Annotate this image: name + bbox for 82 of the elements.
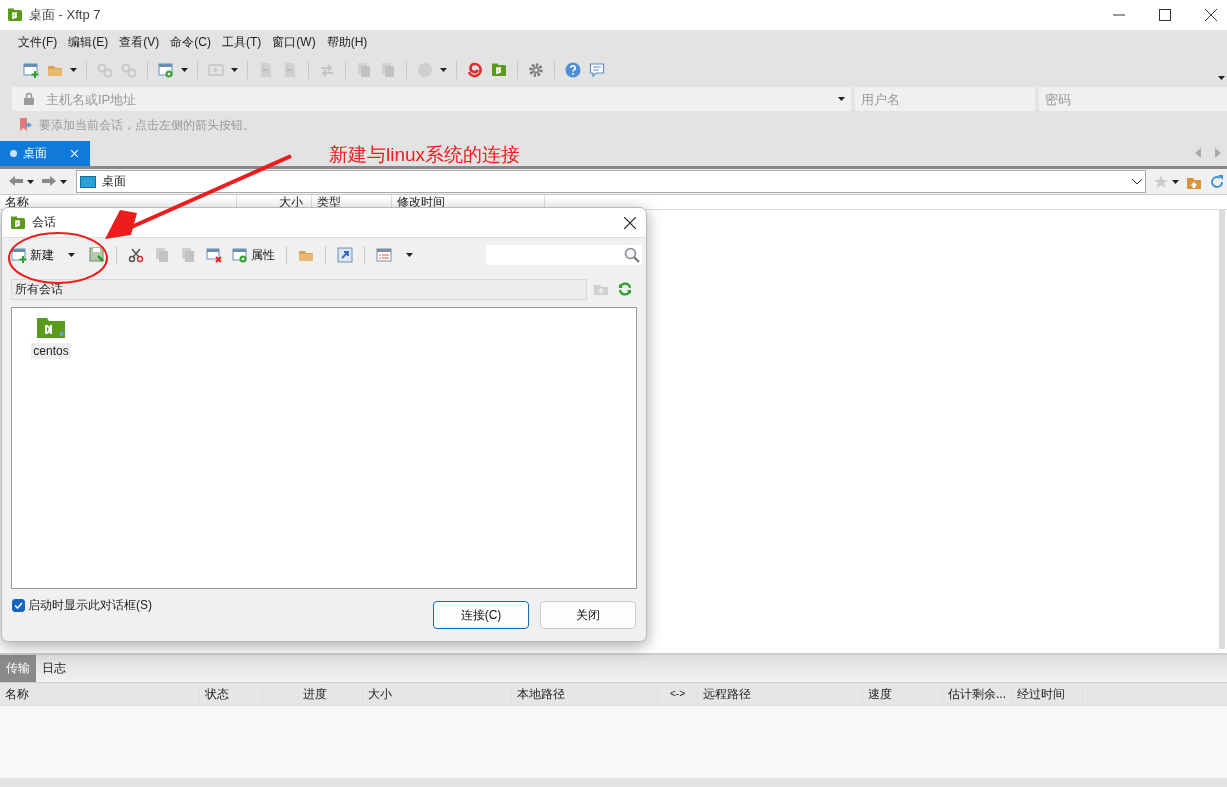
host-input[interactable]: 主机名或IP地址 bbox=[46, 91, 830, 107]
folder-logo-icon[interactable] bbox=[491, 62, 507, 78]
column-header[interactable]: 本地路径 bbox=[512, 683, 658, 705]
app-logo-icon bbox=[7, 7, 23, 23]
swirl-icon[interactable] bbox=[467, 62, 483, 78]
menu-item[interactable]: 窗口(W) bbox=[267, 32, 321, 53]
caret-icon[interactable] bbox=[838, 97, 845, 101]
window-gear-icon bbox=[232, 247, 248, 263]
menu-item[interactable]: 文件(F) bbox=[13, 32, 63, 53]
delete-icon[interactable] bbox=[206, 247, 222, 263]
settings-icon[interactable] bbox=[528, 62, 544, 78]
scrollbar[interactable] bbox=[1219, 209, 1225, 649]
annotation-text: 新建与linux系统的连接 bbox=[329, 143, 521, 167]
dialog-button[interactable]: 连接(C) bbox=[433, 601, 529, 629]
column-header[interactable]: 估计剩余... bbox=[943, 683, 1012, 705]
hint-text: 要添加当前会话，点击左侧的箭头按钮。 bbox=[39, 116, 255, 134]
help-icon[interactable] bbox=[565, 62, 581, 78]
tab[interactable]: 桌面 bbox=[0, 141, 90, 166]
path-text: 桌面 bbox=[102, 173, 126, 190]
session-folder-icon[interactable] bbox=[36, 315, 66, 339]
tab[interactable]: 日志 bbox=[36, 655, 72, 682]
cut-icon[interactable] bbox=[128, 247, 144, 263]
caret-icon[interactable] bbox=[1172, 179, 1179, 184]
chat-bubble-icon[interactable] bbox=[589, 62, 605, 78]
dialog-button[interactable]: 关闭 bbox=[540, 601, 636, 629]
column-header[interactable]: 速度 bbox=[863, 683, 943, 705]
caret-icon[interactable] bbox=[231, 68, 238, 72]
password-field[interactable]: 密码 bbox=[1039, 87, 1227, 111]
star-icon[interactable] bbox=[1153, 173, 1169, 190]
caret-icon[interactable] bbox=[27, 179, 34, 184]
add-session-arrow-icon[interactable] bbox=[18, 117, 34, 133]
new-window-icon[interactable] bbox=[23, 62, 39, 78]
window-gear-icon[interactable] bbox=[158, 62, 174, 78]
maximize-icon[interactable] bbox=[1159, 9, 1171, 21]
close-icon[interactable] bbox=[624, 216, 636, 229]
refresh-icon[interactable] bbox=[1209, 173, 1225, 190]
caret-icon[interactable] bbox=[70, 68, 77, 72]
properties-button[interactable]: 属性 bbox=[230, 244, 277, 266]
column-header[interactable]: 远程路径 bbox=[698, 683, 863, 705]
menu-item[interactable]: 帮助(H) bbox=[321, 32, 373, 53]
menu-item[interactable]: 编辑(E) bbox=[63, 32, 114, 53]
refresh-icon[interactable] bbox=[617, 281, 633, 297]
dialog-title: 会话 bbox=[32, 214, 56, 231]
menu-item[interactable]: 查看(V) bbox=[114, 32, 165, 53]
column-header[interactable]: 状态 bbox=[200, 683, 263, 705]
window-title: 桌面 - Xftp 7 bbox=[29, 6, 101, 24]
caret-icon[interactable] bbox=[1218, 76, 1225, 80]
column-header[interactable]: 经过时间 bbox=[1012, 683, 1083, 705]
caret-icon[interactable] bbox=[406, 253, 413, 257]
folder-path-field: 所有会话 bbox=[11, 278, 587, 300]
check-icon bbox=[14, 601, 23, 609]
new-button[interactable]: 新建 bbox=[9, 244, 56, 266]
session-label[interactable]: centos bbox=[31, 343, 71, 359]
path-field[interactable]: 桌面 bbox=[76, 170, 1146, 193]
caret-icon[interactable] bbox=[181, 68, 188, 72]
search-icon[interactable] bbox=[624, 247, 640, 263]
tab-label: 桌面 bbox=[23, 145, 47, 162]
status-dot bbox=[10, 150, 17, 157]
column-header[interactable]: <-> bbox=[658, 683, 698, 705]
column-header[interactable]: 进度 bbox=[263, 683, 363, 705]
column-header[interactable]: 大小 bbox=[363, 683, 512, 705]
desktop-icon bbox=[80, 175, 96, 188]
scroll-left-icon[interactable] bbox=[1195, 148, 1201, 158]
view-icon[interactable] bbox=[376, 247, 392, 263]
checkbox[interactable] bbox=[12, 598, 25, 612]
username-field[interactable]: 用户名 bbox=[855, 87, 1035, 111]
menu-item[interactable]: 工具(T) bbox=[217, 32, 267, 53]
caret-icon[interactable] bbox=[440, 68, 447, 72]
shortcut-icon[interactable] bbox=[337, 247, 353, 263]
caret-icon[interactable] bbox=[68, 253, 75, 257]
menu-item[interactable]: 命令(C) bbox=[165, 32, 216, 53]
close-icon[interactable] bbox=[1205, 9, 1217, 21]
app-logo-icon bbox=[10, 214, 26, 231]
dropdown-chevron-icon[interactable] bbox=[1132, 178, 1142, 185]
new-window-icon bbox=[11, 247, 27, 263]
search-field[interactable] bbox=[486, 245, 642, 265]
column-header[interactable]: 名称 bbox=[0, 683, 200, 705]
checkbox-label: 启动时显示此对话框(S) bbox=[28, 596, 152, 614]
scroll-right-icon[interactable] bbox=[1215, 148, 1221, 158]
save-icon[interactable] bbox=[89, 247, 105, 263]
host-field[interactable]: 主机名或IP地址 bbox=[12, 87, 851, 111]
caret-icon[interactable] bbox=[60, 179, 67, 184]
